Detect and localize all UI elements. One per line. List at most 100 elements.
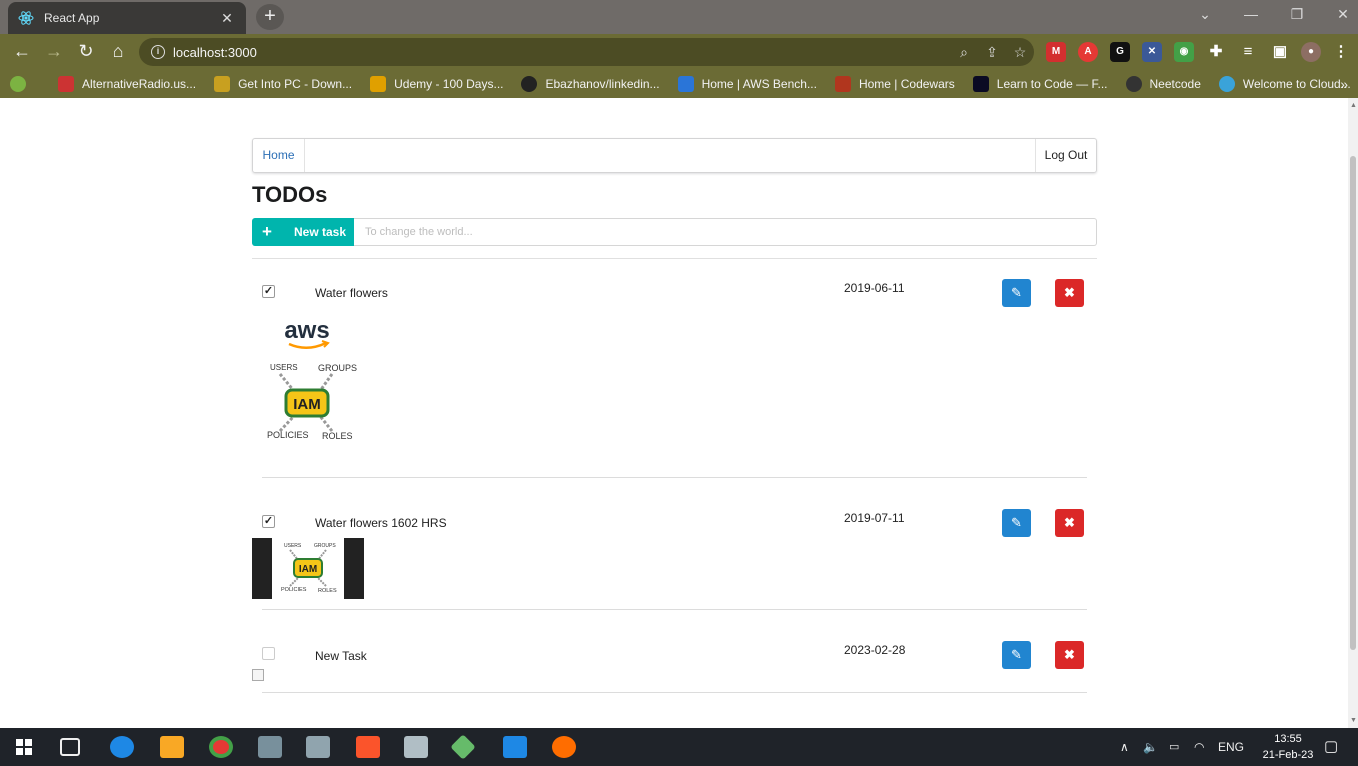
todo-item: ✓ Water flowers 2019-06-11 ✎ ✖ aws USERS… bbox=[252, 276, 1097, 478]
bookmark-item[interactable]: Neetcode bbox=[1125, 76, 1201, 92]
bookmark-item[interactable]: Udemy - 100 Days... bbox=[370, 76, 503, 92]
bookmark-item[interactable]: Welcome to Cloud... bbox=[1218, 76, 1351, 92]
bookmark-item[interactable]: Home | Codewars bbox=[834, 76, 955, 92]
postman-icon[interactable] bbox=[552, 736, 576, 758]
menu-kebab-icon[interactable]: ⋮ bbox=[1331, 42, 1351, 62]
iam-users-label: USERS bbox=[270, 363, 298, 372]
forward-arrow-icon[interactable]: → bbox=[40, 38, 68, 66]
delete-x-icon[interactable]: ✖ bbox=[1055, 641, 1084, 669]
file-explorer-icon[interactable] bbox=[160, 736, 184, 758]
bookmark-favicon-icon bbox=[214, 76, 231, 92]
extension-red-icon[interactable]: M bbox=[1046, 42, 1066, 62]
extension-g-icon[interactable]: G bbox=[1110, 42, 1130, 62]
scroll-down-icon[interactable]: ▼ bbox=[1350, 717, 1357, 724]
page-scrollbar[interactable]: ▲ ▼ bbox=[1348, 98, 1358, 728]
bookmark-label: Neetcode bbox=[1149, 77, 1201, 91]
delete-x-icon[interactable]: ✖ bbox=[1055, 509, 1084, 537]
minimize-button[interactable]: — bbox=[1228, 0, 1274, 30]
tab-close-icon[interactable]: ✕ bbox=[218, 10, 236, 27]
reading-list-icon[interactable]: ≡ bbox=[1238, 42, 1258, 62]
menu-home-link[interactable]: Home bbox=[253, 139, 305, 172]
taskbar-clock[interactable]: 13:55 21-Feb-23 bbox=[1258, 731, 1318, 763]
chrome-icon[interactable] bbox=[209, 736, 233, 758]
tab-search-icon[interactable]: ⌄ bbox=[1182, 0, 1228, 30]
todo-item: ✓ Water flowers 1602 HRS 2019-07-11 ✎ ✖ … bbox=[252, 506, 1097, 610]
bookmark-label: Get Into PC - Down... bbox=[238, 77, 353, 91]
todo-date: 2019-06-11 bbox=[844, 281, 905, 295]
divider bbox=[262, 477, 1087, 478]
network-icon[interactable]: ◠ bbox=[1194, 728, 1204, 766]
iam-roles-label: ROLES bbox=[322, 431, 353, 441]
brave-icon[interactable] bbox=[356, 736, 380, 758]
battery-icon[interactable]: ▭ bbox=[1169, 728, 1179, 766]
todo-checkbox[interactable]: ✓ bbox=[262, 515, 275, 528]
volume-icon[interactable]: 🔈 bbox=[1143, 728, 1158, 766]
iam-center-label: IAM bbox=[299, 564, 317, 575]
bookmarks-bar: AlternativeRadio.us... Get Into PC - Dow… bbox=[0, 70, 1358, 98]
todo-checkbox[interactable]: ✓ bbox=[262, 285, 275, 298]
new-task-button[interactable]: + New task bbox=[252, 218, 354, 246]
cloud-icon bbox=[1218, 76, 1235, 92]
monitor-app-icon[interactable] bbox=[306, 736, 330, 758]
bookmark-item[interactable]: Ebazhanov/linkedin... bbox=[521, 76, 660, 92]
divider bbox=[252, 258, 1097, 259]
language-indicator[interactable]: ENG bbox=[1218, 728, 1244, 766]
new-task-label: New task bbox=[294, 225, 347, 239]
todo-name: Water flowers bbox=[315, 286, 388, 300]
edge-icon[interactable] bbox=[110, 736, 134, 758]
bookmark-star-icon[interactable]: ☆ bbox=[1006, 44, 1034, 61]
reload-icon[interactable]: ↻ bbox=[72, 38, 100, 66]
task-view-icon[interactable] bbox=[60, 738, 80, 756]
tray-chevron-icon[interactable]: ∧ bbox=[1120, 728, 1129, 766]
todo-date: 2019-07-11 bbox=[844, 511, 905, 525]
menu-logout-link[interactable]: Log Out bbox=[1035, 139, 1096, 172]
iam-roles-label: ROLES bbox=[318, 588, 337, 594]
todo-checkbox[interactable] bbox=[262, 647, 275, 660]
bookmark-item[interactable]: AlternativeRadio.us... bbox=[58, 76, 196, 92]
restore-button[interactable]: ❐ bbox=[1274, 0, 1320, 30]
edit-pencil-icon[interactable]: ✎ bbox=[1002, 279, 1031, 307]
edit-pencil-icon[interactable]: ✎ bbox=[1002, 641, 1031, 669]
todo-name: New Task bbox=[315, 649, 367, 663]
bookmark-item[interactable]: Get Into PC - Down... bbox=[214, 76, 352, 92]
iam-center-label: IAM bbox=[293, 396, 321, 413]
plus-icon: + bbox=[262, 222, 272, 241]
bookmark-label: Learn to Code — F... bbox=[996, 77, 1108, 91]
scroll-up-icon[interactable]: ▲ bbox=[1350, 102, 1357, 109]
scrollbar-thumb[interactable] bbox=[1350, 156, 1356, 650]
home-icon[interactable]: ⌂ bbox=[104, 38, 132, 66]
new-tab-button[interactable]: + bbox=[256, 4, 284, 30]
extension-robot-icon[interactable]: ◉ bbox=[1174, 42, 1194, 62]
extension-blue-icon[interactable]: ✕ bbox=[1142, 42, 1162, 62]
bookmark-apps[interactable] bbox=[10, 76, 40, 92]
notepad-icon[interactable] bbox=[258, 736, 282, 758]
bookmarks-overflow-icon[interactable]: » bbox=[1340, 70, 1348, 98]
bookmark-item[interactable]: Home | AWS Bench... bbox=[677, 76, 817, 92]
adblock-icon[interactable]: A bbox=[1078, 42, 1098, 62]
zoom-icon[interactable]: ⌕ bbox=[950, 44, 978, 61]
windows-start-icon[interactable] bbox=[16, 739, 32, 755]
bookmark-favicon-icon bbox=[370, 76, 387, 92]
profile-avatar[interactable]: ● bbox=[1301, 42, 1321, 62]
browser-tab-react-app[interactable]: React App ✕ bbox=[8, 2, 246, 34]
vscode-icon[interactable] bbox=[503, 736, 527, 758]
share-icon[interactable]: ⇪ bbox=[978, 44, 1006, 61]
browser-tabstrip: React App ✕ + ⌄ — ❐ ✕ bbox=[0, 0, 1358, 34]
bookmark-item[interactable]: Learn to Code — F... bbox=[972, 76, 1108, 92]
back-arrow-icon[interactable]: ← bbox=[8, 38, 36, 66]
url-text: localhost:3000 bbox=[173, 44, 257, 60]
side-panel-icon[interactable]: ▣ bbox=[1270, 42, 1290, 62]
iam-groups-label: GROUPS bbox=[318, 363, 357, 373]
delete-x-icon[interactable]: ✖ bbox=[1055, 279, 1084, 307]
edit-pencil-icon[interactable]: ✎ bbox=[1002, 509, 1031, 537]
close-window-button[interactable]: ✕ bbox=[1320, 0, 1358, 30]
git-app-icon[interactable] bbox=[450, 734, 476, 760]
todo-name: Water flowers 1602 HRS bbox=[315, 516, 447, 530]
photos-icon[interactable] bbox=[404, 736, 428, 758]
site-info-icon[interactable]: i bbox=[151, 45, 165, 59]
top-menu: Home Log Out bbox=[252, 138, 1097, 173]
new-task-input[interactable] bbox=[354, 218, 1097, 246]
notifications-icon[interactable]: ▢ bbox=[1324, 728, 1338, 766]
extensions-puzzle-icon[interactable]: ✚ bbox=[1206, 42, 1226, 62]
address-bar[interactable]: i localhost:3000 ⌕ ⇪ ☆ bbox=[139, 38, 1034, 66]
